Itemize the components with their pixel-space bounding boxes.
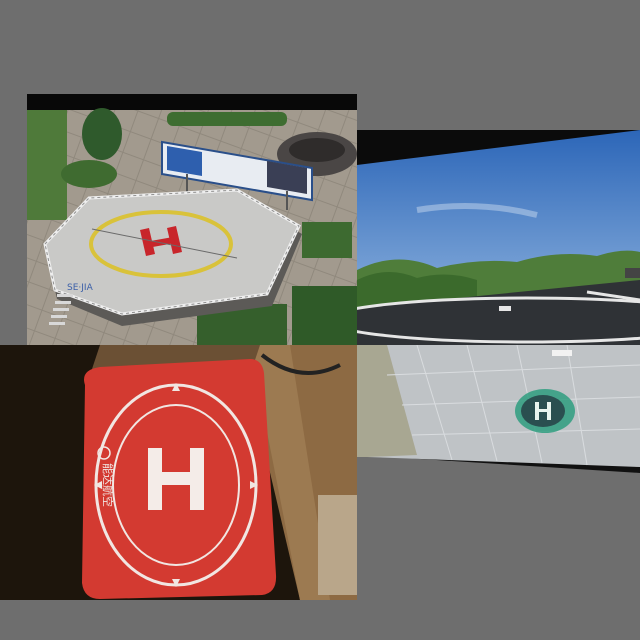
rooftop-pad-text: SE·JIA	[67, 283, 94, 293]
red-pad-text: 能达航空	[101, 463, 115, 507]
grass-helipad-photo	[357, 130, 640, 345]
model-helipad-photo	[357, 345, 640, 473]
rooftop-helipad-photo: SE·JIA	[27, 94, 357, 346]
red-landing-pad-photo: 能达航空	[0, 345, 357, 600]
